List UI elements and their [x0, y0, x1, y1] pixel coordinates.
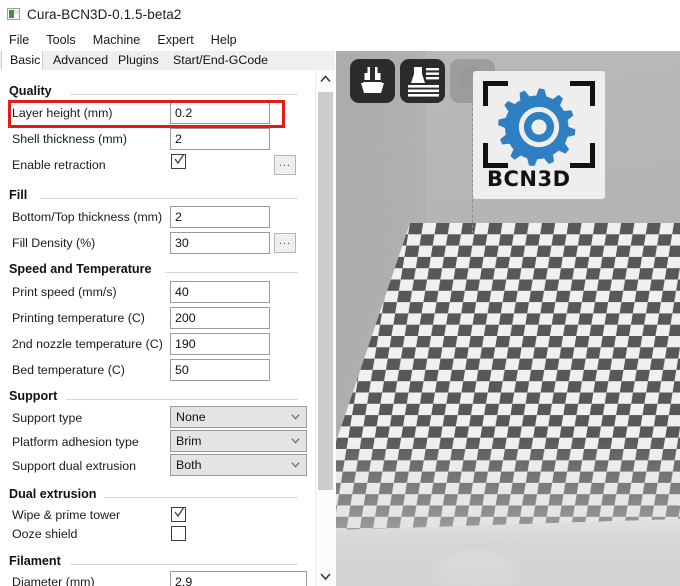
gear-icon [498, 88, 576, 166]
window-title: Cura-BCN3D-0.1.5-beta2 [27, 6, 182, 22]
options-button-retraction[interactable]: ... [274, 155, 296, 175]
select-support-dual-extrusion-value: Both [176, 458, 202, 472]
label-printing-temperature: Printing temperature (C) [12, 311, 145, 325]
group-title-support: Support [9, 389, 58, 403]
checkbox-enable-retraction[interactable] [171, 154, 186, 169]
menu-item-file[interactable]: File [1, 30, 38, 50]
chevron-down-icon [320, 573, 331, 581]
group-rule-dual-extrusion [104, 497, 298, 498]
input-printing-temperature[interactable] [170, 307, 270, 329]
label-bed-temperature: Bed temperature (C) [12, 363, 125, 377]
scrollbar-thumb[interactable] [318, 92, 333, 490]
chevron-up-icon [320, 75, 331, 83]
label-support-type: Support type [12, 411, 83, 425]
label-fill-density: Fill Density (%) [12, 236, 96, 250]
select-support-type-value: None [176, 410, 206, 424]
options-button-fill-density[interactable]: ... [274, 233, 296, 253]
load-model-button[interactable] [350, 59, 395, 103]
label-diameter: Diameter (mm) [12, 575, 95, 586]
group-rule-support [66, 399, 298, 400]
tab-basic[interactable]: Basic [1, 51, 43, 70]
label-wipe-prime-tower: Wipe & prime tower [12, 508, 121, 522]
load-model-icon [361, 67, 384, 93]
label-ooze-shield: Ooze shield [12, 527, 78, 541]
tab-plugins[interactable]: Plugins [110, 51, 164, 70]
menu-item-tools[interactable]: Tools [38, 30, 84, 50]
scroll-down-button[interactable] [316, 567, 335, 586]
chevron-down-icon [291, 462, 300, 468]
tab-advanced[interactable]: Advanced [45, 51, 109, 70]
chevron-down-icon [291, 438, 300, 444]
label-shell-thickness: Shell thickness (mm) [12, 132, 127, 146]
view-layers-button[interactable] [400, 59, 445, 103]
app-icon [7, 8, 20, 20]
group-title-speed-temperature: Speed and Temperature [9, 262, 152, 276]
view-layers-icon [408, 67, 439, 97]
plate-foot-inner [440, 550, 512, 586]
group-rule-quality [70, 94, 298, 95]
label-enable-retraction: Enable retraction [12, 158, 106, 172]
select-support-type[interactable]: None [170, 406, 307, 428]
checkbox-ooze-shield[interactable] [171, 526, 186, 541]
bcn3d-wordmark: BCN3D [487, 167, 571, 191]
input-bottom-top-thickness[interactable] [170, 206, 270, 228]
input-shell-thickness[interactable] [170, 128, 270, 150]
checkmark-icon [174, 154, 185, 165]
settings-scrollbar[interactable] [315, 70, 335, 586]
select-platform-adhesion-type[interactable]: Brim [170, 430, 307, 452]
input-layer-height[interactable] [170, 102, 270, 124]
group-rule-fill [40, 198, 298, 199]
title-bar: Cura-BCN3D-0.1.5-beta2 [0, 0, 680, 28]
cura-application-window: Cura-BCN3D-0.1.5-beta2 File Tools Machin… [0, 0, 680, 586]
menu-item-help[interactable]: Help [203, 30, 246, 50]
group-rule-speed-temperature [165, 272, 298, 273]
label-print-speed: Print speed (mm/s) [12, 285, 117, 299]
menu-item-expert[interactable]: Expert [149, 30, 202, 50]
bcn3d-logo-card: BCN3D [473, 71, 605, 199]
input-bed-temperature[interactable] [170, 359, 270, 381]
menu-bar: File Tools Machine Expert Help [0, 29, 680, 51]
group-title-fill: Fill [9, 188, 28, 202]
chevron-down-icon [291, 414, 300, 420]
label-support-dual-extrusion: Support dual extrusion [12, 459, 136, 473]
menu-item-machine[interactable]: Machine [85, 30, 150, 50]
input-print-speed[interactable] [170, 281, 270, 303]
group-rule-filament [70, 564, 298, 565]
select-platform-adhesion-type-value: Brim [176, 434, 202, 448]
3d-viewport[interactable]: BCN3D [336, 51, 680, 586]
input-second-nozzle-temperature[interactable] [170, 333, 270, 355]
group-title-filament: Filament [9, 554, 61, 568]
scroll-up-button[interactable] [316, 70, 335, 89]
select-support-dual-extrusion[interactable]: Both [170, 454, 307, 476]
label-second-nozzle-temperature: 2nd nozzle temperature (C) [12, 337, 163, 351]
group-title-quality: Quality [9, 84, 52, 98]
checkbox-wipe-prime-tower[interactable] [171, 507, 186, 522]
settings-tab-strip: Basic Advanced Plugins Start/End-GCode [0, 51, 335, 71]
label-layer-height: Layer height (mm) [12, 106, 113, 120]
input-fill-density[interactable] [170, 232, 270, 254]
settings-panel: Quality Layer height (mm) Shell thicknes… [0, 70, 315, 586]
label-platform-adhesion-type: Platform adhesion type [12, 435, 139, 449]
group-title-dual-extrusion: Dual extrusion [9, 487, 97, 501]
label-bottom-top-thickness: Bottom/Top thickness (mm) [12, 210, 163, 224]
input-diameter[interactable] [170, 571, 307, 586]
checkmark-icon [174, 507, 185, 518]
tab-start-end-gcode[interactable]: Start/End-GCode [165, 51, 277, 70]
